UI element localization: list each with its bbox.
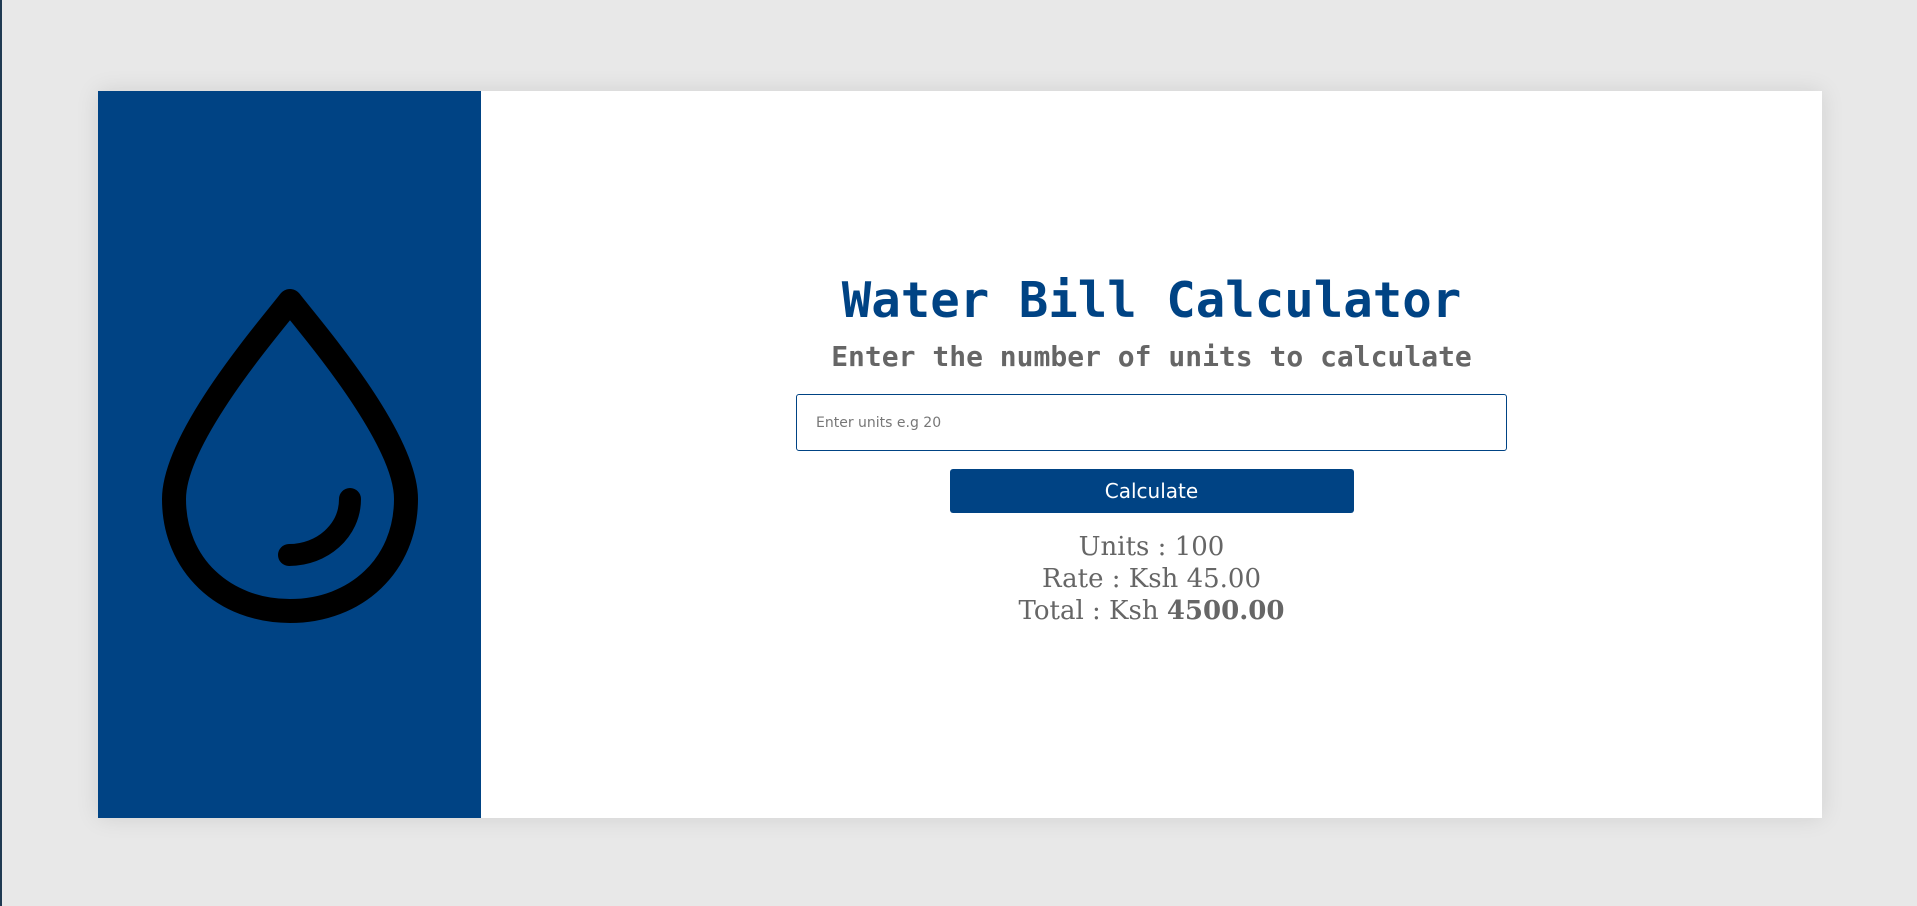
total-result: Total : Ksh 4500.00 [1019,595,1285,627]
rate-result: Rate : Ksh 45.00 [1019,563,1285,595]
units-result: Units : 100 [1019,531,1285,563]
units-result-label: Units : [1078,532,1175,562]
rate-result-label: Rate : Ksh [1041,564,1187,594]
calculator-content: Water Bill Calculator Enter the number o… [481,271,1822,627]
page-title: Water Bill Calculator [841,272,1462,329]
total-result-value: 4500.00 [1166,596,1285,626]
rate-result-value: 45.00 [1186,564,1261,594]
water-drop-icon [162,289,418,623]
total-result-label: Total : Ksh [1018,596,1167,626]
main-panel: Water Bill Calculator Enter the number o… [481,91,1822,818]
calculator-card: Water Bill Calculator Enter the number o… [98,91,1822,818]
page-subtitle: Enter the number of units to calculate [831,340,1472,373]
sidebar-panel [98,91,481,818]
calculate-button[interactable]: Calculate [949,469,1354,513]
units-input[interactable] [796,394,1507,451]
results-panel: Units : 100 Rate : Ksh 45.00 Total : Ksh… [1019,531,1285,627]
units-result-value: 100 [1174,532,1225,562]
window-edge-line [0,0,2,906]
